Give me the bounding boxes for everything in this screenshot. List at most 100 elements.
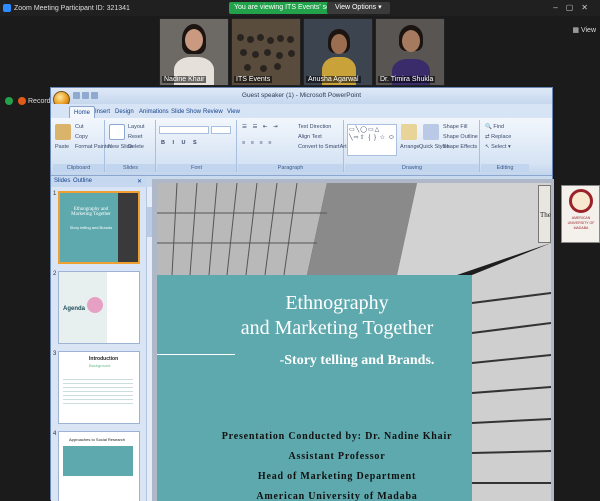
- zoom-background: [0, 94, 50, 500]
- participant-tile[interactable]: Dr. Timira Shukla: [375, 18, 445, 86]
- participant-name: Dr. Timira Shukla: [378, 76, 436, 83]
- thumb-subtitle: Background: [89, 363, 111, 368]
- presenter-department: Head of Marketing Department: [257, 471, 417, 482]
- arrange-icon[interactable]: [401, 124, 417, 140]
- reset-button[interactable]: Reset: [128, 134, 142, 140]
- tab-design[interactable]: Design: [111, 106, 138, 118]
- shape-effects-button[interactable]: Shape Effects: [443, 144, 477, 150]
- font-name-field[interactable]: [159, 126, 209, 134]
- zoom-icon: [3, 4, 11, 12]
- font-size-field[interactable]: [211, 126, 231, 134]
- slide-thumbnail-2[interactable]: Agenda: [58, 271, 140, 344]
- slide-subtitle[interactable]: -Story telling and Brands.: [247, 353, 467, 369]
- divider: [157, 354, 235, 355]
- cut-button[interactable]: Cut: [75, 124, 84, 130]
- convert-smartart-button[interactable]: Convert to SmartArt: [298, 144, 347, 150]
- shape-fill-button[interactable]: Shape Fill: [443, 124, 467, 130]
- participant-face: [185, 29, 203, 51]
- close-icon[interactable]: ✕: [137, 178, 142, 185]
- slide-thumbnail-4[interactable]: Approaches to Social Research: [58, 431, 140, 501]
- select-button[interactable]: ↖ Select ▾: [485, 144, 511, 150]
- list-buttons[interactable]: ☰ ☰ ⇤ ⇥: [242, 124, 280, 130]
- replace-label: Replace: [491, 134, 512, 140]
- tab-slides[interactable]: Slides: [54, 178, 70, 184]
- text-direction-button[interactable]: Text Direction: [298, 124, 331, 130]
- participant-name: Nadine Khair: [162, 76, 207, 83]
- thumb-title: Ethnography and Marketing Together: [71, 207, 111, 217]
- slide-thumbnail-3[interactable]: Introduction Background: [58, 351, 140, 424]
- save-icon[interactable]: [73, 92, 80, 99]
- participant-name: ITS Events: [234, 76, 273, 83]
- university-seal: [569, 189, 593, 213]
- drawing-label: Drawing: [345, 164, 479, 172]
- copy-button[interactable]: Copy: [75, 134, 88, 140]
- paste-button[interactable]: Paste: [55, 144, 69, 150]
- recording-icon: [18, 97, 26, 105]
- participant-tile[interactable]: ITS Events: [231, 18, 301, 86]
- thumb-title: Agenda: [63, 306, 86, 312]
- slide-editor: Ethnography and Marketing Together -Stor…: [152, 179, 554, 501]
- thumb-subtitle: Story telling and Brands: [69, 225, 113, 230]
- thumb-text-lines: [63, 376, 133, 406]
- quick-access-toolbar[interactable]: [73, 92, 103, 100]
- drawing-group: ▭╲◯▭△ ╲⇨⇧ { } ☆ ⬭ Arrange Quick Styles S…: [345, 120, 480, 172]
- participant-name: Anusha Agarwal: [306, 76, 361, 83]
- partial-text: The: [540, 211, 551, 219]
- ppt-window-title: Guest speaker (1) - Microsoft PowerPoint: [241, 92, 362, 99]
- editing-label: Editing: [481, 164, 529, 172]
- participant-tile[interactable]: Anusha Agarwal: [303, 18, 373, 86]
- thumb-image: [118, 193, 138, 262]
- undo-icon[interactable]: [82, 92, 89, 99]
- thumb-table: [63, 446, 133, 476]
- tab-outline[interactable]: Outline: [73, 178, 92, 184]
- font-label: Font: [157, 164, 236, 172]
- lotus-image: [87, 297, 103, 313]
- shapes-gallery[interactable]: ▭╲◯▭△ ╲⇨⇧ { } ☆ ⬭: [347, 124, 397, 156]
- slides-label: Slides: [106, 164, 155, 172]
- tab-view[interactable]: View: [223, 106, 244, 118]
- slide-title[interactable]: Ethnography and Marketing Together: [217, 291, 457, 341]
- presenter-block[interactable]: Presentation Conducted by: Dr. Nadine Kh…: [197, 427, 477, 501]
- view-label: View: [580, 27, 596, 34]
- slide-thumbnails: 1 Ethnography and Marketing Together Sto…: [51, 187, 146, 501]
- participant-face: [402, 30, 420, 52]
- university-name: AMERICAN UNIVERSITY OF MADABA: [567, 216, 595, 230]
- ribbon-tabs: Home Insert Design Animations Slide Show…: [51, 104, 552, 118]
- font-group: B I U S Font: [157, 120, 237, 172]
- find-label: Find: [493, 124, 505, 130]
- new-slide-icon[interactable]: [109, 124, 125, 140]
- university-logo-window: AMERICAN UNIVERSITY OF MADABA: [561, 185, 600, 243]
- align-text-button[interactable]: Align Text: [298, 134, 322, 140]
- paste-icon[interactable]: [55, 124, 71, 140]
- clipboard-group: Paste Cut Copy Format Painter Clipboard: [53, 120, 111, 172]
- presenter-role: Assistant Professor: [288, 451, 386, 462]
- editing-group: 🔍 Find ⇄ Replace ↖ Select ▾ Editing: [481, 120, 529, 172]
- thumbnail-number: 1: [53, 191, 57, 197]
- redo-icon[interactable]: [91, 92, 98, 99]
- slide-thumbnail-1[interactable]: Ethnography and Marketing Together Story…: [58, 191, 140, 264]
- current-slide[interactable]: Ethnography and Marketing Together -Stor…: [157, 183, 551, 501]
- paragraph-group: ☰ ☰ ⇤ ⇥ ≡ ≡ ≡ ≡ Text Direction Align Tex…: [238, 120, 347, 172]
- select-label: Select: [491, 144, 507, 150]
- window-controls[interactable]: –▢✕: [553, 3, 596, 12]
- security-icon[interactable]: [5, 97, 13, 105]
- layout-button[interactable]: Layout: [128, 124, 145, 130]
- zoom-window-title: Zoom Meeting Participant ID: 321341: [14, 4, 130, 12]
- arrange-button[interactable]: Arrange: [400, 144, 420, 150]
- replace-button[interactable]: ⇄ Replace: [485, 134, 511, 140]
- view-button[interactable]: ▦ View: [572, 26, 596, 34]
- find-button[interactable]: 🔍 Find: [485, 124, 504, 130]
- ppt-title-bar: Guest speaker (1) - Microsoft PowerPoint: [51, 88, 552, 104]
- powerpoint-window: Guest speaker (1) - Microsoft PowerPoint…: [50, 87, 554, 501]
- font-format-buttons[interactable]: B I U S: [161, 140, 200, 146]
- view-options-label: View Options: [335, 4, 377, 11]
- quick-styles-icon[interactable]: [423, 124, 439, 140]
- view-options-button[interactable]: View Options ▾: [327, 2, 390, 14]
- paragraph-label: Paragraph: [238, 164, 343, 172]
- delete-button[interactable]: Delete: [128, 144, 144, 150]
- participant-tile[interactable]: Nadine Khair: [159, 18, 229, 86]
- ribbon: Paste Cut Copy Format Painter Clipboard …: [51, 118, 552, 176]
- thumb-title: Approaches to Social Research: [69, 437, 126, 442]
- align-buttons[interactable]: ≡ ≡ ≡ ≡: [242, 140, 273, 146]
- shape-outline-button[interactable]: Shape Outline: [443, 134, 478, 140]
